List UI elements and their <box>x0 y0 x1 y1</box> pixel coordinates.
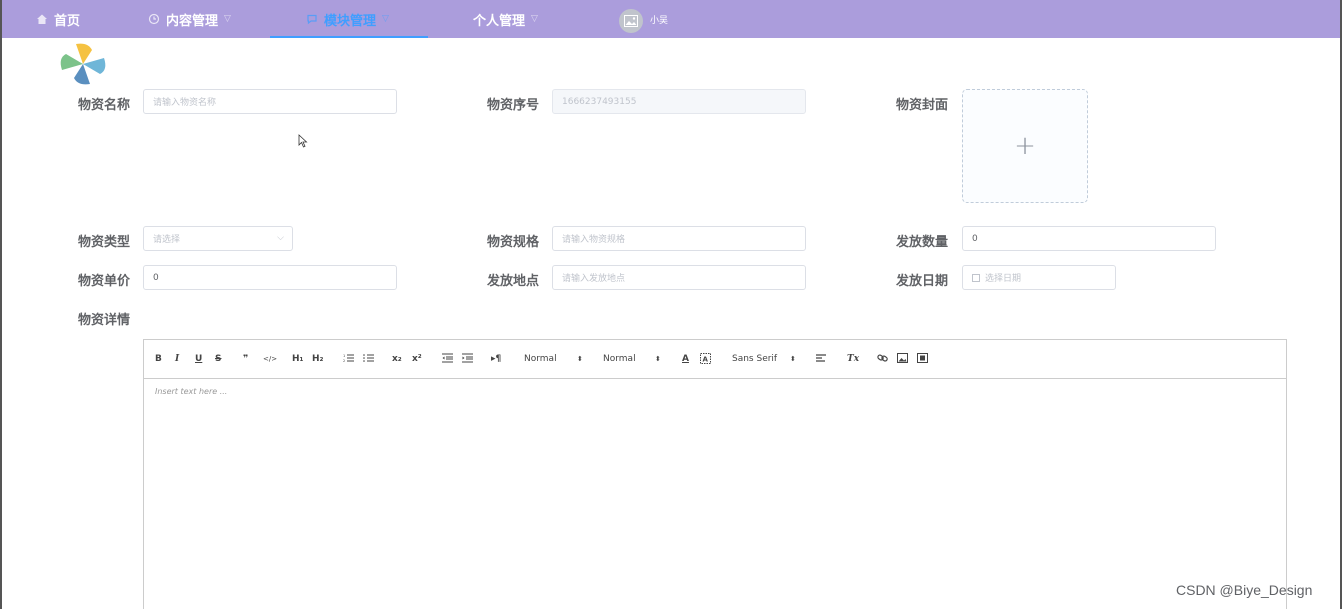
cover-uploader[interactable]: + <box>962 89 1088 203</box>
clean-format-button[interactable]: Tx <box>847 353 859 365</box>
font-color-icon[interactable]: A <box>682 353 689 365</box>
superscript-button[interactable]: x² <box>412 353 422 365</box>
label-serial: 物资序号 <box>486 98 539 113</box>
font-select[interactable]: Sans Serif <box>732 353 777 365</box>
select-arrows-icon: ⬍ <box>790 355 796 363</box>
calendar-icon <box>972 273 980 282</box>
content-icon <box>148 13 160 25</box>
name-input[interactable]: 请输入物资名称 <box>143 89 397 114</box>
serial-input: 1666237493155 <box>552 89 806 114</box>
nav-personal[interactable]: 个人管理 ▽ <box>473 0 538 38</box>
image-icon[interactable] <box>897 353 908 367</box>
nav-module[interactable]: 模块管理 ▽ <box>306 0 389 38</box>
chevron-down-icon: ▽ <box>224 14 231 24</box>
h2-button[interactable]: H₂ <box>312 353 323 365</box>
bold-button[interactable]: B <box>155 353 162 365</box>
blockquote-button[interactable]: ❞ <box>243 353 248 365</box>
label-location: 发放地点 <box>486 274 539 289</box>
quantity-value: 0 <box>972 233 978 244</box>
select-arrows-icon: ⬍ <box>655 355 661 363</box>
svg-text:A: A <box>703 356 709 364</box>
location-placeholder: 请输入发放地点 <box>562 274 626 284</box>
nav-home[interactable]: 首页 <box>36 0 80 38</box>
chevron-down-icon: ⌵ <box>277 233 284 243</box>
background-color-icon[interactable]: A <box>700 353 711 368</box>
serial-value: 1666237493155 <box>562 96 637 107</box>
image-icon <box>624 15 638 27</box>
username[interactable]: 小吴 <box>650 13 668 26</box>
avatar[interactable] <box>619 9 643 33</box>
rich-text-editor[interactable]: B I U S ❞ </> H₁ H₂ 12 x₂ x² ▸¶ Normal ⬍… <box>143 339 1287 609</box>
label-type: 物资类型 <box>77 235 130 250</box>
nav-content-label: 内容管理 <box>166 13 219 29</box>
label-date: 发放日期 <box>895 274 948 289</box>
nav-home-label: 首页 <box>54 13 81 29</box>
text-direction-icon[interactable]: ▸¶ <box>491 353 501 365</box>
top-nav: 首页 内容管理 ▽ 模块管理 ▽ 个人管理 ▽ 小吴 <box>2 0 1340 38</box>
label-cover: 物资封面 <box>895 98 948 113</box>
logo <box>58 42 108 86</box>
code-block-button[interactable]: </> <box>263 353 277 365</box>
price-input[interactable]: 0 <box>143 265 397 290</box>
location-input[interactable]: 请输入发放地点 <box>552 265 806 290</box>
italic-button[interactable]: I <box>175 353 179 365</box>
editor-body[interactable]: Insert text here ... <box>144 379 1286 404</box>
nav-content[interactable]: 内容管理 ▽ <box>148 0 231 38</box>
price-value: 0 <box>153 272 159 283</box>
label-spec: 物资规格 <box>486 235 539 250</box>
link-icon[interactable] <box>877 353 888 367</box>
plus-icon: + <box>1014 131 1036 161</box>
outdent-icon[interactable] <box>442 353 453 367</box>
mouse-cursor-icon <box>298 133 308 152</box>
header-select[interactable]: Normal <box>603 353 636 365</box>
size-select[interactable]: Normal <box>524 353 557 365</box>
select-arrows-icon: ⬍ <box>577 355 583 363</box>
bullet-list-icon[interactable] <box>363 353 374 367</box>
align-icon[interactable] <box>816 353 827 367</box>
subscript-button[interactable]: x₂ <box>392 353 402 365</box>
spec-input[interactable]: 请输入物资规格 <box>552 226 806 251</box>
ordered-list-icon[interactable]: 12 <box>343 353 354 367</box>
h1-button[interactable]: H₁ <box>292 353 303 365</box>
label-price: 物资单价 <box>77 274 130 289</box>
chevron-down-icon: ▽ <box>531 14 538 24</box>
nav-personal-label: 个人管理 <box>473 13 526 29</box>
quantity-input[interactable]: 0 <box>962 226 1216 251</box>
label-quantity: 发放数量 <box>895 235 948 250</box>
svg-text:1: 1 <box>343 354 345 358</box>
type-select[interactable]: 请选择 ⌵ <box>143 226 293 251</box>
date-placeholder: 选择日期 <box>985 274 1022 284</box>
watermark: CSDN @Biye_Design <box>1176 582 1313 598</box>
label-name: 物资名称 <box>77 98 130 113</box>
module-icon <box>306 13 318 25</box>
underline-button[interactable]: U <box>195 353 202 365</box>
editor-placeholder: Insert text here ... <box>155 387 228 396</box>
chevron-down-icon: ▽ <box>382 14 389 24</box>
nav-module-label: 模块管理 <box>324 13 377 29</box>
home-icon <box>36 13 48 25</box>
page: 首页 内容管理 ▽ 模块管理 ▽ 个人管理 ▽ 小吴 物资名称 请输入物资名称 … <box>0 0 1342 609</box>
editor-toolbar: B I U S ❞ </> H₁ H₂ 12 x₂ x² ▸¶ Normal ⬍… <box>144 340 1286 379</box>
indent-icon[interactable] <box>462 353 473 367</box>
type-placeholder: 请选择 <box>153 235 181 245</box>
video-icon[interactable] <box>917 353 928 367</box>
strike-button[interactable]: S <box>215 353 221 365</box>
active-tab-indicator <box>270 36 428 38</box>
label-details: 物资详情 <box>77 313 130 328</box>
spec-placeholder: 请输入物资规格 <box>562 235 626 245</box>
svg-text:2: 2 <box>343 359 345 363</box>
name-placeholder: 请输入物资名称 <box>153 98 217 108</box>
date-picker[interactable]: 选择日期 <box>962 265 1116 290</box>
